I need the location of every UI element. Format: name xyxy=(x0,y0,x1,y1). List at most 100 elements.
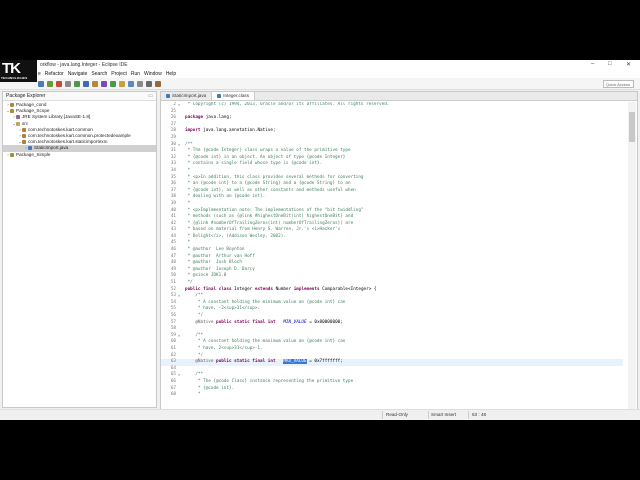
logo-main-text: TK xyxy=(2,60,21,77)
code-line[interactable]: 67 * {@code int}. xyxy=(161,386,623,393)
code-token: * @author Arthur van Hoff xyxy=(185,253,255,259)
code-token: @Native xyxy=(185,319,217,325)
new-file-icon[interactable] xyxy=(38,80,44,87)
package-icon xyxy=(22,127,26,132)
menu-item[interactable]: e xyxy=(38,71,41,77)
minimize-view-icon[interactable]: ▭ xyxy=(148,93,153,99)
code-line[interactable]: 53 ⊖ /** xyxy=(161,293,623,300)
code-line[interactable]: 46 * @author Lee Boynton xyxy=(161,247,623,254)
back-icon[interactable] xyxy=(137,80,143,87)
code-line[interactable]: 60 * A constant holding the maximum valu… xyxy=(161,339,623,346)
editor-tab[interactable]: StaticImport.java xyxy=(161,92,213,100)
close-icon[interactable]: ✕ xyxy=(626,61,631,68)
code-line[interactable]: 36 * an {@code int} to a {@code String} … xyxy=(161,181,623,188)
code-token: * @author Joseph D. Darcy xyxy=(185,266,255,272)
line-number: 60 xyxy=(170,339,176,345)
code-token: * {@link #numberOfTrailingZeros(int) num… xyxy=(185,220,354,226)
line-number: 68 xyxy=(170,392,176,398)
code-token: * @author Lee Boynton xyxy=(185,247,245,253)
code-token: implements xyxy=(293,286,320,292)
save-icon[interactable] xyxy=(47,80,53,87)
code-line[interactable]: 49 * @author Joseph D. Darcy xyxy=(161,267,623,274)
package-explorer-header: Package Explorer ▭ xyxy=(3,92,156,101)
code-line[interactable]: 26 package java.lang; xyxy=(161,115,623,122)
code-token: * The {@code Class} instance representin… xyxy=(185,378,354,384)
code-token: * {@code int}. xyxy=(185,385,235,391)
line-number: 26 xyxy=(170,115,176,121)
line-number: 2 xyxy=(173,102,176,107)
menu-item[interactable]: Search xyxy=(91,71,107,77)
code-line[interactable]: 68 * xyxy=(161,392,623,399)
main-toolbar xyxy=(0,78,640,90)
code-line[interactable]: 2 ⊖ * Copyright (c) 1994, 2013, Oracle an… xyxy=(161,102,623,109)
code-line[interactable]: 66 * The {@code Class} instance represen… xyxy=(161,379,623,386)
tree-item-label: Package_Simple xyxy=(16,151,51,157)
maximize-icon[interactable]: □ xyxy=(608,61,612,67)
menu-item[interactable]: Run xyxy=(131,71,140,77)
forward-icon[interactable] xyxy=(146,80,152,87)
code-line[interactable]: 31 * The {@code Integer} class wraps a v… xyxy=(161,148,623,155)
scroll-thumb[interactable] xyxy=(629,112,635,142)
run-last-icon[interactable] xyxy=(110,80,116,87)
vertical-scrollbar[interactable] xyxy=(628,102,636,420)
package-icon xyxy=(28,146,32,151)
code-token: public final class xyxy=(185,286,232,292)
new-class-icon[interactable] xyxy=(92,80,98,87)
code-token: * <p>In addition, this class provides se… xyxy=(185,174,364,180)
code-line[interactable]: 44 * Delight</i>, (Addison Wesley, 2002)… xyxy=(161,234,623,241)
code-line[interactable]: 61 * have, 2<sup>31</sup>-1. xyxy=(161,346,623,353)
code-line[interactable]: 28 import java.lang.annotation.Native; xyxy=(161,128,623,135)
code-line[interactable]: 50 * @since JDK1.0 xyxy=(161,273,623,280)
code-line[interactable]: 55 * have, -2<sup>31</sup>. xyxy=(161,306,623,313)
code-line[interactable]: 33 * contains a single field whose type … xyxy=(161,161,623,168)
settings-icon[interactable] xyxy=(65,80,71,87)
code-line[interactable]: 39 * xyxy=(161,201,623,208)
code-text: * The {@code Class} instance representin… xyxy=(183,379,353,386)
code-line[interactable]: 48 * @author Josh Bloch xyxy=(161,260,623,267)
package-icon xyxy=(22,134,26,139)
status-divider xyxy=(428,411,429,419)
code-line[interactable]: 41 * methods (such as {@link #highestOne… xyxy=(161,214,623,221)
search-icon[interactable] xyxy=(101,80,107,87)
line-number: 58 xyxy=(170,326,176,332)
menu-item[interactable]: Help xyxy=(166,71,176,77)
code-token: Number xyxy=(272,286,294,292)
open-task-icon[interactable] xyxy=(128,80,134,87)
code-line[interactable]: 43 * based on material from Henry S. War… xyxy=(161,227,623,234)
menu-item[interactable]: Refactor xyxy=(45,71,64,77)
minimize-icon[interactable]: – xyxy=(591,61,594,67)
line-number: 51 xyxy=(170,280,176,286)
menu-item[interactable]: Window xyxy=(144,71,162,77)
editor-tab[interactable]: Integer.class xyxy=(212,92,256,100)
menu-item[interactable]: Project xyxy=(111,71,127,77)
title-bar: orkflow - java.lang.Integer - Eclipse ID… xyxy=(0,60,640,69)
new-package-icon[interactable] xyxy=(83,80,89,87)
code-text: @Native public static final int MIN_VALU… xyxy=(183,319,342,327)
code-line[interactable]: 52 public final class Integer extends Num… xyxy=(161,287,623,294)
code-line[interactable]: 64 xyxy=(161,366,623,373)
run-icon[interactable] xyxy=(74,80,80,87)
debug-icon[interactable] xyxy=(56,80,62,87)
code-text: * have, -2<sup>31</sup>. xyxy=(183,306,260,313)
java-file-icon xyxy=(166,94,170,98)
line-number: 46 xyxy=(170,247,176,253)
line-number: 36 xyxy=(170,181,176,187)
quick-access-input[interactable]: Quick Access xyxy=(603,80,634,88)
history-icon[interactable] xyxy=(155,80,161,87)
code-line[interactable]: 38 * dealing with an {@code int}. xyxy=(161,194,623,201)
code-line[interactable]: 51 */ xyxy=(161,280,623,287)
tree-item[interactable]: › Package_Simple xyxy=(3,152,156,158)
code-line[interactable]: 65 ⊖ /** xyxy=(161,372,623,379)
package-icon xyxy=(16,115,20,120)
code-line[interactable]: 56 */ xyxy=(161,313,623,320)
code-line[interactable]: 29 xyxy=(161,135,623,142)
menu-item[interactable]: Navigate xyxy=(68,71,88,77)
code-line[interactable]: 57 @Native public static final int MIN_V… xyxy=(161,320,623,327)
open-type-icon[interactable] xyxy=(119,80,125,87)
code-line[interactable]: 58 xyxy=(161,326,623,333)
code-area[interactable]: 2 ⊖ * Copyright (c) 1994, 2013, Oracle an… xyxy=(161,102,623,420)
code-line[interactable]: 63 @Native public static final int MAX_V… xyxy=(161,359,623,366)
code-line[interactable]: 34 * xyxy=(161,168,623,175)
code-token: * methods (such as {@link #highestOneBit… xyxy=(185,214,354,220)
